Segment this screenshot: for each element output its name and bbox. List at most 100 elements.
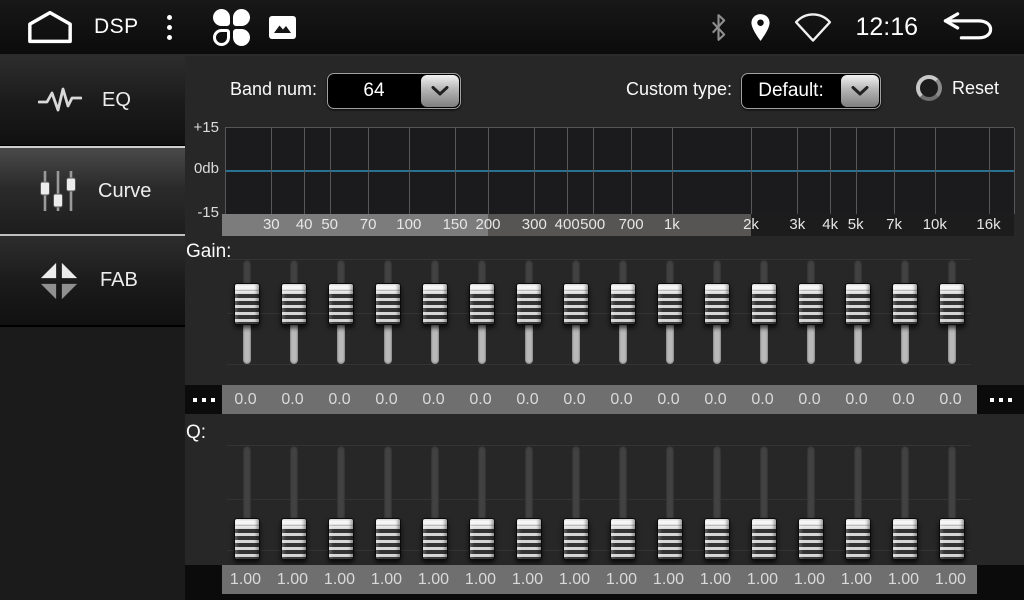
gain-value: 0.0 bbox=[316, 385, 363, 414]
reset-button[interactable]: Reset bbox=[916, 75, 999, 101]
band-slider[interactable] bbox=[505, 254, 552, 372]
slider-knob[interactable] bbox=[610, 518, 636, 560]
band-slider[interactable] bbox=[928, 440, 975, 558]
slider-knob[interactable] bbox=[657, 518, 683, 560]
band-slider[interactable] bbox=[787, 254, 834, 372]
eq-curve-plot[interactable] bbox=[225, 127, 1014, 214]
custom-type-select[interactable]: Default: bbox=[741, 73, 881, 109]
slider-knob[interactable] bbox=[845, 283, 871, 325]
band-slider[interactable] bbox=[834, 440, 881, 558]
band-num-value: 64 bbox=[328, 74, 420, 108]
band-slider[interactable] bbox=[223, 440, 270, 558]
slider-knob[interactable] bbox=[939, 283, 965, 325]
gridline bbox=[409, 128, 410, 214]
app-title: DSP bbox=[94, 15, 139, 39]
freq-tick-label: 10k bbox=[923, 214, 947, 236]
q-value: 1.00 bbox=[833, 565, 880, 594]
chevron-down-icon[interactable] bbox=[421, 75, 459, 107]
band-slider[interactable] bbox=[552, 440, 599, 558]
freq-tick-label: 7k bbox=[886, 214, 902, 236]
band-slider[interactable] bbox=[881, 440, 928, 558]
band-slider[interactable] bbox=[646, 440, 693, 558]
band-slider[interactable] bbox=[317, 440, 364, 558]
dsp-app: DSP bbox=[0, 0, 1024, 600]
band-slider[interactable] bbox=[552, 254, 599, 372]
band-slider[interactable] bbox=[646, 254, 693, 372]
slider-knob[interactable] bbox=[657, 283, 683, 325]
slider-knob[interactable] bbox=[798, 518, 824, 560]
slider-knob[interactable] bbox=[469, 283, 495, 325]
band-slider[interactable] bbox=[881, 254, 928, 372]
band-slider[interactable] bbox=[270, 254, 317, 372]
gain-value: 0.0 bbox=[222, 385, 269, 414]
gain-value: 0.0 bbox=[927, 385, 974, 414]
q-value: 1.00 bbox=[739, 565, 786, 594]
band-slider[interactable] bbox=[787, 440, 834, 558]
bottom-edge bbox=[185, 594, 1024, 600]
slider-knob[interactable] bbox=[375, 283, 401, 325]
overflow-menu-icon[interactable] bbox=[161, 9, 178, 46]
slider-knob[interactable] bbox=[751, 518, 777, 560]
band-slider[interactable] bbox=[599, 254, 646, 372]
slider-knob[interactable] bbox=[892, 518, 918, 560]
slider-knob[interactable] bbox=[234, 518, 260, 560]
chevron-down-icon[interactable] bbox=[841, 75, 879, 107]
band-slider[interactable] bbox=[411, 254, 458, 372]
band-slider[interactable] bbox=[411, 440, 458, 558]
back-icon[interactable] bbox=[940, 11, 996, 43]
band-slider[interactable] bbox=[458, 440, 505, 558]
slider-knob[interactable] bbox=[845, 518, 871, 560]
band-slider[interactable] bbox=[270, 440, 317, 558]
freq-tick-label: 5k bbox=[848, 214, 864, 236]
slider-knob[interactable] bbox=[563, 283, 589, 325]
slider-knob[interactable] bbox=[610, 283, 636, 325]
slider-knob[interactable] bbox=[939, 518, 965, 560]
band-slider[interactable] bbox=[364, 254, 411, 372]
sidebar-item-curve[interactable]: Curve bbox=[0, 146, 185, 236]
band-slider[interactable] bbox=[740, 440, 787, 558]
slider-knob[interactable] bbox=[892, 283, 918, 325]
band-slider[interactable] bbox=[693, 440, 740, 558]
slider-knob[interactable] bbox=[328, 283, 354, 325]
sidebar-item-eq[interactable]: EQ bbox=[0, 56, 185, 146]
band-slider[interactable] bbox=[223, 254, 270, 372]
slider-knob[interactable] bbox=[469, 518, 495, 560]
slider-knob[interactable] bbox=[328, 518, 354, 560]
waveform-icon bbox=[38, 86, 82, 116]
slider-knob[interactable] bbox=[798, 283, 824, 325]
gridline bbox=[1014, 128, 1015, 214]
band-slider[interactable] bbox=[928, 254, 975, 372]
slider-knob[interactable] bbox=[375, 518, 401, 560]
band-num-select[interactable]: 64 bbox=[327, 73, 461, 109]
slider-knob[interactable] bbox=[422, 518, 448, 560]
band-slider[interactable] bbox=[693, 254, 740, 372]
sidebar-item-fab[interactable]: FAB bbox=[0, 236, 185, 326]
slider-knob[interactable] bbox=[281, 283, 307, 325]
home-icon[interactable] bbox=[26, 9, 74, 45]
gallery-icon[interactable] bbox=[269, 16, 296, 39]
slider-knob[interactable] bbox=[234, 283, 260, 325]
band-slider[interactable] bbox=[834, 254, 881, 372]
gain-more-left-button[interactable] bbox=[185, 385, 222, 414]
gridline bbox=[225, 128, 226, 214]
slider-knob[interactable] bbox=[563, 518, 589, 560]
slider-knob[interactable] bbox=[516, 518, 542, 560]
slider-knob[interactable] bbox=[281, 518, 307, 560]
band-slider[interactable] bbox=[599, 440, 646, 558]
band-slider[interactable] bbox=[317, 254, 364, 372]
slider-knob[interactable] bbox=[516, 283, 542, 325]
apps-clover-icon[interactable] bbox=[212, 7, 252, 47]
slider-knob[interactable] bbox=[704, 283, 730, 325]
freq-axis[interactable]: 304050701001502003004005007001k2k3k4k5k7… bbox=[222, 214, 1014, 236]
q-value: 1.00 bbox=[269, 565, 316, 594]
band-slider[interactable] bbox=[364, 440, 411, 558]
reset-radio-icon[interactable] bbox=[916, 75, 942, 101]
gain-more-right-button[interactable] bbox=[977, 385, 1024, 414]
slider-knob[interactable] bbox=[751, 283, 777, 325]
band-slider[interactable] bbox=[458, 254, 505, 372]
slider-knob[interactable] bbox=[422, 283, 448, 325]
band-slider[interactable] bbox=[740, 254, 787, 372]
eq-curve-line[interactable] bbox=[225, 170, 1014, 172]
slider-knob[interactable] bbox=[704, 518, 730, 560]
band-slider[interactable] bbox=[505, 440, 552, 558]
